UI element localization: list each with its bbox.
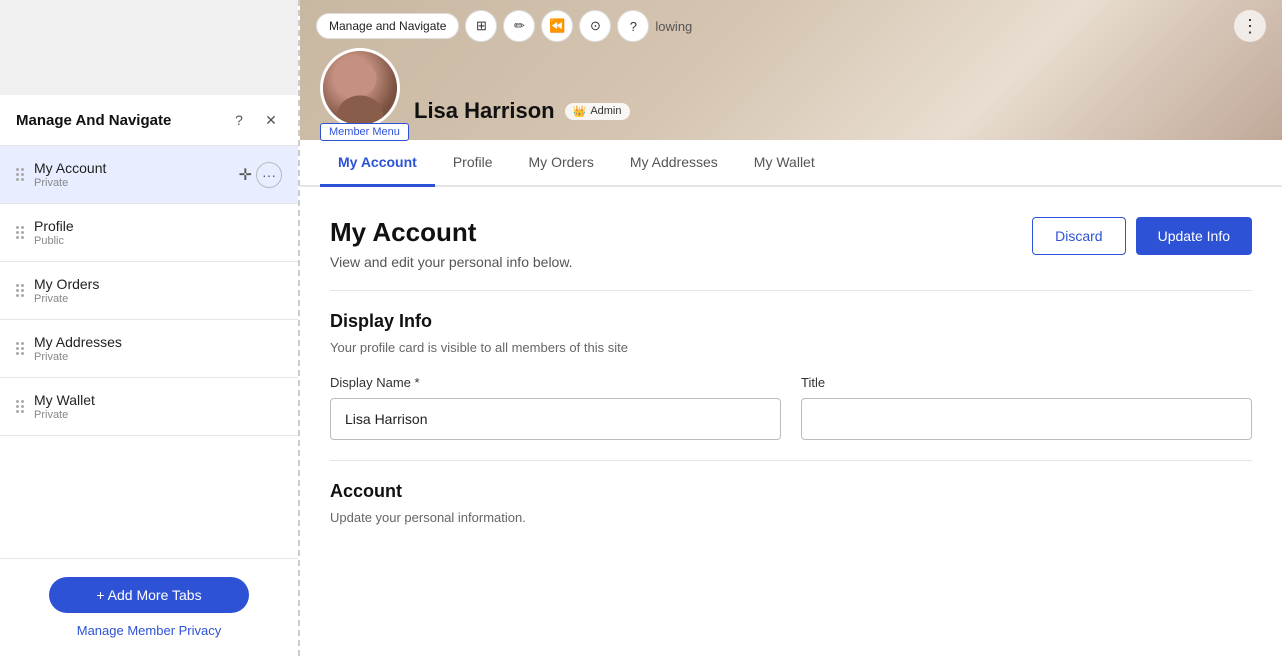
nav-item-content: Profile Public: [34, 218, 282, 247]
tab-my-wallet[interactable]: My Wallet: [736, 140, 833, 187]
nav-item-name: Profile: [34, 218, 282, 234]
tabs-bar: My Account Profile My Orders My Addresse…: [300, 140, 1282, 187]
nav-item-content: My Orders Private: [34, 276, 282, 305]
display-name-input[interactable]: [330, 398, 781, 440]
profile-info: Lisa Harrison 👑 Admin: [414, 98, 630, 128]
panel-header-icons: ? ✕: [228, 109, 282, 131]
right-panel: Manage and Navigate ⊞ ✏ ⏪ ⊙ ? lowing ⋮ L…: [300, 0, 1282, 656]
main-content: My Account View and edit your personal i…: [300, 187, 1282, 575]
top-strip: [0, 0, 298, 95]
crown-icon: 👑: [573, 105, 587, 118]
display-info-title: Display Info: [330, 311, 1252, 332]
account-section-desc: Update your personal information.: [330, 510, 1252, 525]
display-name-group: Display Name *: [330, 375, 781, 440]
drag-handle: [16, 400, 24, 413]
nav-item-my-addresses[interactable]: My Addresses Private: [0, 320, 298, 378]
admin-label: Admin: [590, 105, 621, 117]
nav-item-content: My Wallet Private: [34, 392, 282, 421]
title-label: Title: [801, 375, 1252, 390]
banner-more-button[interactable]: ⋮: [1234, 10, 1266, 42]
tab-profile[interactable]: Profile: [435, 140, 511, 187]
display-info-form-row: Display Name * Title: [330, 375, 1252, 440]
help-icon[interactable]: ?: [228, 109, 250, 131]
grid-icon[interactable]: ⊞: [465, 10, 497, 42]
toolbar-label: Manage and Navigate: [329, 19, 446, 33]
header-actions: Discard Update Info: [1032, 217, 1252, 255]
left-panel: Manage And Navigate ? ✕ My Account Priva…: [0, 0, 300, 656]
nav-item-name: My Addresses: [34, 334, 282, 350]
display-info-desc: Your profile card is visible to all memb…: [330, 340, 1252, 355]
profile-avatar: [320, 48, 400, 128]
drag-handle: [16, 226, 24, 239]
divider-2: [330, 460, 1252, 461]
rewind-icon[interactable]: ⏪: [541, 10, 573, 42]
close-icon[interactable]: ✕: [260, 109, 282, 131]
panel-title: Manage And Navigate: [16, 112, 171, 129]
nav-item-name: My Orders: [34, 276, 282, 292]
drag-handle: [16, 168, 24, 181]
display-name-label: Display Name *: [330, 375, 781, 390]
profile-banner: Manage and Navigate ⊞ ✏ ⏪ ⊙ ? lowing ⋮ L…: [300, 0, 1282, 140]
avatar-image: [323, 51, 397, 125]
edit-icon[interactable]: ✏: [503, 10, 535, 42]
nav-item-my-wallet[interactable]: My Wallet Private: [0, 378, 298, 436]
move-icon[interactable]: ✛: [239, 165, 252, 185]
copy-icon[interactable]: ⊙: [579, 10, 611, 42]
panel-footer: + Add More Tabs Manage Member Privacy: [0, 558, 298, 656]
tab-my-addresses[interactable]: My Addresses: [612, 140, 736, 187]
discard-button[interactable]: Discard: [1032, 217, 1125, 255]
nav-item-visibility: Public: [34, 235, 282, 247]
help-circle-icon[interactable]: ?: [617, 10, 649, 42]
nav-item-my-orders[interactable]: My Orders Private: [0, 262, 298, 320]
drag-handle: [16, 342, 24, 355]
update-info-button[interactable]: Update Info: [1136, 217, 1252, 255]
divider-1: [330, 290, 1252, 291]
manage-privacy-link[interactable]: Manage Member Privacy: [77, 623, 222, 638]
nav-item-content: My Addresses Private: [34, 334, 282, 363]
nav-item-name: My Account: [34, 160, 256, 176]
following-label: lowing: [655, 19, 692, 34]
tab-my-orders[interactable]: My Orders: [511, 140, 612, 187]
toolbar-strip: Manage and Navigate ⊞ ✏ ⏪ ⊙ ? lowing: [316, 10, 692, 42]
admin-badge: 👑 Admin: [565, 103, 630, 120]
profile-name: Lisa Harrison: [414, 98, 555, 124]
title-group: Title: [801, 375, 1252, 440]
nav-item-profile[interactable]: Profile Public: [0, 204, 298, 262]
add-tabs-button[interactable]: + Add More Tabs: [49, 577, 249, 613]
member-menu-label: Member Menu: [320, 123, 409, 141]
title-input[interactable]: [801, 398, 1252, 440]
nav-item-name: My Wallet: [34, 392, 282, 408]
panel-header: Manage And Navigate ? ✕: [0, 95, 298, 146]
nav-item-visibility: Private: [34, 177, 256, 189]
nav-list: My Account Private ✛ ··· Profile Public: [0, 146, 298, 558]
content-header-left: My Account View and edit your personal i…: [330, 217, 573, 270]
nav-item-visibility: Private: [34, 409, 282, 421]
drag-handle: [16, 284, 24, 297]
nav-item-visibility: Private: [34, 293, 282, 305]
content-subtitle: View and edit your personal info below.: [330, 254, 573, 270]
content-title: My Account: [330, 217, 573, 248]
nav-item-more-button[interactable]: ···: [256, 162, 282, 188]
nav-item-my-account[interactable]: My Account Private ✛ ···: [0, 146, 298, 204]
content-header: My Account View and edit your personal i…: [330, 217, 1252, 270]
nav-item-content: My Account Private: [34, 160, 256, 189]
account-section-title: Account: [330, 481, 1252, 502]
tab-my-account[interactable]: My Account: [320, 140, 435, 187]
nav-item-visibility: Private: [34, 351, 282, 363]
manage-navigate-button[interactable]: Manage and Navigate: [316, 13, 459, 39]
